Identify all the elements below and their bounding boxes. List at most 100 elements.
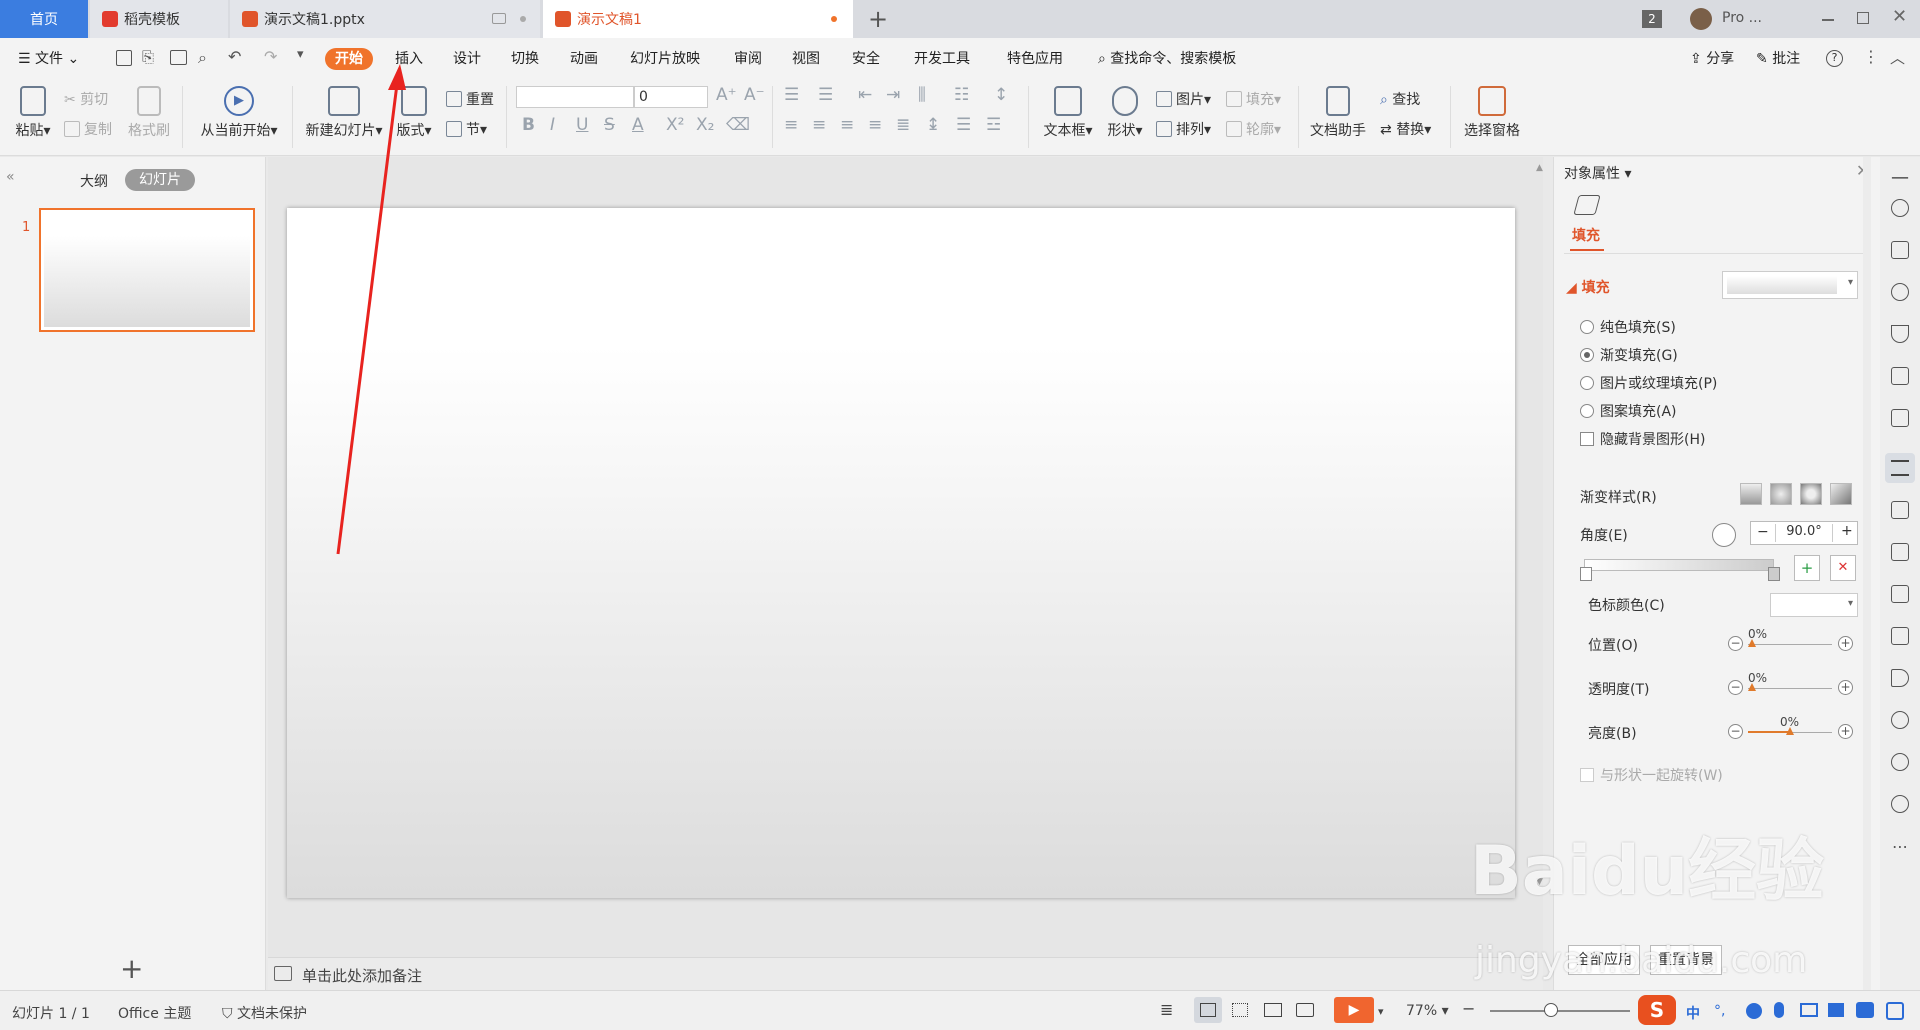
textbox-button[interactable]: 文本框▾ xyxy=(1040,86,1096,140)
angle-increase-button[interactable]: + xyxy=(1841,523,1853,539)
columns-icon[interactable]: ⫼ xyxy=(918,85,926,105)
gradient-stop-handle-left[interactable] xyxy=(1580,567,1592,581)
gradient-path-icon[interactable] xyxy=(1830,483,1852,505)
angle-decrease-button[interactable]: − xyxy=(1757,524,1769,540)
ime-voice-icon[interactable] xyxy=(1774,1002,1784,1018)
replace-button[interactable]: ⇄ 替换▾ xyxy=(1380,119,1431,139)
chart-icon[interactable] xyxy=(1891,409,1909,427)
scroll-up-icon[interactable]: ▲ xyxy=(1536,163,1543,173)
new-tab-button[interactable]: + xyxy=(868,5,888,33)
decrease-indent-icon[interactable]: ⇤ xyxy=(858,85,872,105)
close-icon[interactable]: ✕ xyxy=(1892,6,1907,27)
menu-view[interactable]: 视图 xyxy=(792,48,820,70)
brightness-increase-button[interactable]: + xyxy=(1838,724,1853,739)
increase-font-icon[interactable]: A⁺ xyxy=(716,85,737,105)
redo-icon[interactable]: ↷ xyxy=(264,47,277,66)
font-name-dropdown[interactable] xyxy=(516,86,634,108)
menu-animation[interactable]: 动画 xyxy=(570,48,598,70)
gradient-stop-handle-right[interactable] xyxy=(1768,567,1780,581)
zoom-level[interactable]: 77% ▾ xyxy=(1406,1003,1449,1019)
smartart-icon[interactable]: ☲ xyxy=(986,115,1001,135)
slide-thumbnail[interactable] xyxy=(39,208,255,332)
bullets-icon[interactable]: ☰ xyxy=(784,85,799,105)
more-icon[interactable]: ⋮ xyxy=(1863,47,1879,66)
normal-view-button[interactable] xyxy=(1194,997,1222,1023)
transparency-increase-button[interactable]: + xyxy=(1838,680,1853,695)
file-menu[interactable]: ☰ 文件 ⌄ xyxy=(18,48,79,70)
arrange-button[interactable]: 排列▾ xyxy=(1156,119,1211,139)
picture-icon[interactable] xyxy=(1891,627,1909,645)
bold-icon[interactable]: B xyxy=(522,115,535,135)
increase-indent-icon[interactable]: ⇥ xyxy=(886,85,900,105)
ime-keyboard-icon[interactable] xyxy=(1800,1003,1818,1017)
ime-emoji-icon[interactable] xyxy=(1746,1003,1762,1019)
menu-review[interactable]: 审阅 xyxy=(734,48,762,70)
line-spacing-icon[interactable]: ↕ xyxy=(994,85,1008,105)
slideshow-options-icon[interactable]: ▾ xyxy=(1378,1005,1384,1018)
speaker-icon[interactable] xyxy=(1891,669,1909,687)
gallery-icon[interactable] xyxy=(1891,501,1909,519)
play-from-current-button[interactable]: ▶ 从当前开始▾ xyxy=(194,86,284,140)
document-protection[interactable]: ⛉ 文档未保护 xyxy=(222,1003,307,1023)
print-preview-icon[interactable]: ⌕ xyxy=(198,48,207,68)
collapse-ribbon-icon[interactable]: ︿ xyxy=(1890,47,1905,68)
notes-toggle-icon[interactable]: ≣ xyxy=(1160,1000,1173,1019)
grid-icon[interactable] xyxy=(1891,367,1909,385)
export-icon[interactable]: ⎘ xyxy=(142,48,154,66)
reset-button[interactable]: 重置 xyxy=(446,89,494,109)
doc-helper-button[interactable]: 文档助手 xyxy=(1306,86,1370,140)
comment-button[interactable]: ✎ 批注 xyxy=(1756,48,1800,70)
stop-color-dropdown[interactable]: ▾ xyxy=(1770,593,1858,617)
panel-scrollbar[interactable] xyxy=(1863,157,1871,990)
history-icon[interactable] xyxy=(1891,753,1909,771)
subscript-icon[interactable]: X₂ xyxy=(696,115,714,135)
tab-file-active[interactable]: 演示文稿1 xyxy=(543,0,853,38)
fill-color-dropdown[interactable]: ▾ xyxy=(1722,271,1858,299)
paragraph-spacing-icon[interactable]: ↨ xyxy=(926,115,940,135)
find-button[interactable]: ⌕ 查找 xyxy=(1380,89,1420,109)
tab-daoke-templates[interactable]: 稻壳模板 xyxy=(90,0,228,38)
presenter-view-icon[interactable] xyxy=(1296,1003,1314,1017)
shapes-icon[interactable] xyxy=(1891,283,1909,301)
ime-skin-icon[interactable] xyxy=(1856,1002,1874,1018)
sogou-ime-icon[interactable]: S xyxy=(1638,995,1676,1025)
menu-transition[interactable]: 切换 xyxy=(511,48,539,70)
text-art-icon[interactable] xyxy=(1891,325,1909,343)
align-text-icon[interactable]: ☰ xyxy=(956,115,971,135)
properties-tool-button[interactable] xyxy=(1885,453,1915,483)
position-slider[interactable] xyxy=(1748,644,1832,645)
fill-bucket-icon[interactable] xyxy=(1573,195,1601,215)
picture-fill-option[interactable]: 图片或纹理填充(P) xyxy=(1580,373,1717,393)
outline-button[interactable]: 轮廓▾ xyxy=(1226,119,1281,139)
slide[interactable] xyxy=(287,208,1515,898)
gradient-rect-icon[interactable] xyxy=(1800,483,1822,505)
align-left-icon[interactable]: ≡ xyxy=(784,115,798,135)
hide-background-option[interactable]: 隐藏背景图形(H) xyxy=(1580,429,1705,449)
zoom-slider-thumb[interactable] xyxy=(1544,1003,1558,1017)
angle-value[interactable]: 90.0° xyxy=(1775,524,1833,542)
ime-chinese-mode-icon[interactable]: 中 xyxy=(1686,1003,1700,1023)
cut-button[interactable]: ✂ 剪切 xyxy=(64,89,108,109)
gradient-stop-bar[interactable] xyxy=(1584,559,1774,571)
menu-features[interactable]: 特色应用 xyxy=(1007,48,1063,70)
gradient-fill-option[interactable]: 渐变填充(G) xyxy=(1580,345,1678,365)
font-color-icon[interactable]: A xyxy=(632,115,644,135)
gradient-linear-icon[interactable] xyxy=(1740,483,1762,505)
format-painter-button[interactable]: 格式刷 xyxy=(126,86,172,140)
more-tools-icon[interactable]: ⋯ xyxy=(1892,837,1908,856)
fill-section-header[interactable]: ◢ 填充 xyxy=(1566,277,1610,297)
underline-icon[interactable]: U xyxy=(576,115,588,135)
zoom-out-icon[interactable]: − xyxy=(1462,999,1475,1018)
superscript-icon[interactable]: X² xyxy=(666,115,684,135)
export-icon[interactable] xyxy=(1891,543,1909,561)
justify-icon[interactable]: ≡ xyxy=(868,115,882,135)
save-icon[interactable] xyxy=(116,50,132,66)
add-gradient-stop-icon[interactable]: + xyxy=(1794,555,1820,581)
italic-icon[interactable]: I xyxy=(550,115,555,135)
ime-menu-icon[interactable] xyxy=(1886,1002,1904,1020)
position-increase-button[interactable]: + xyxy=(1838,636,1853,651)
avatar[interactable] xyxy=(1690,8,1712,30)
window-count-badge[interactable]: 2 xyxy=(1642,10,1662,28)
minimize-icon[interactable] xyxy=(1822,19,1834,21)
menu-developer[interactable]: 开发工具 xyxy=(914,48,970,70)
